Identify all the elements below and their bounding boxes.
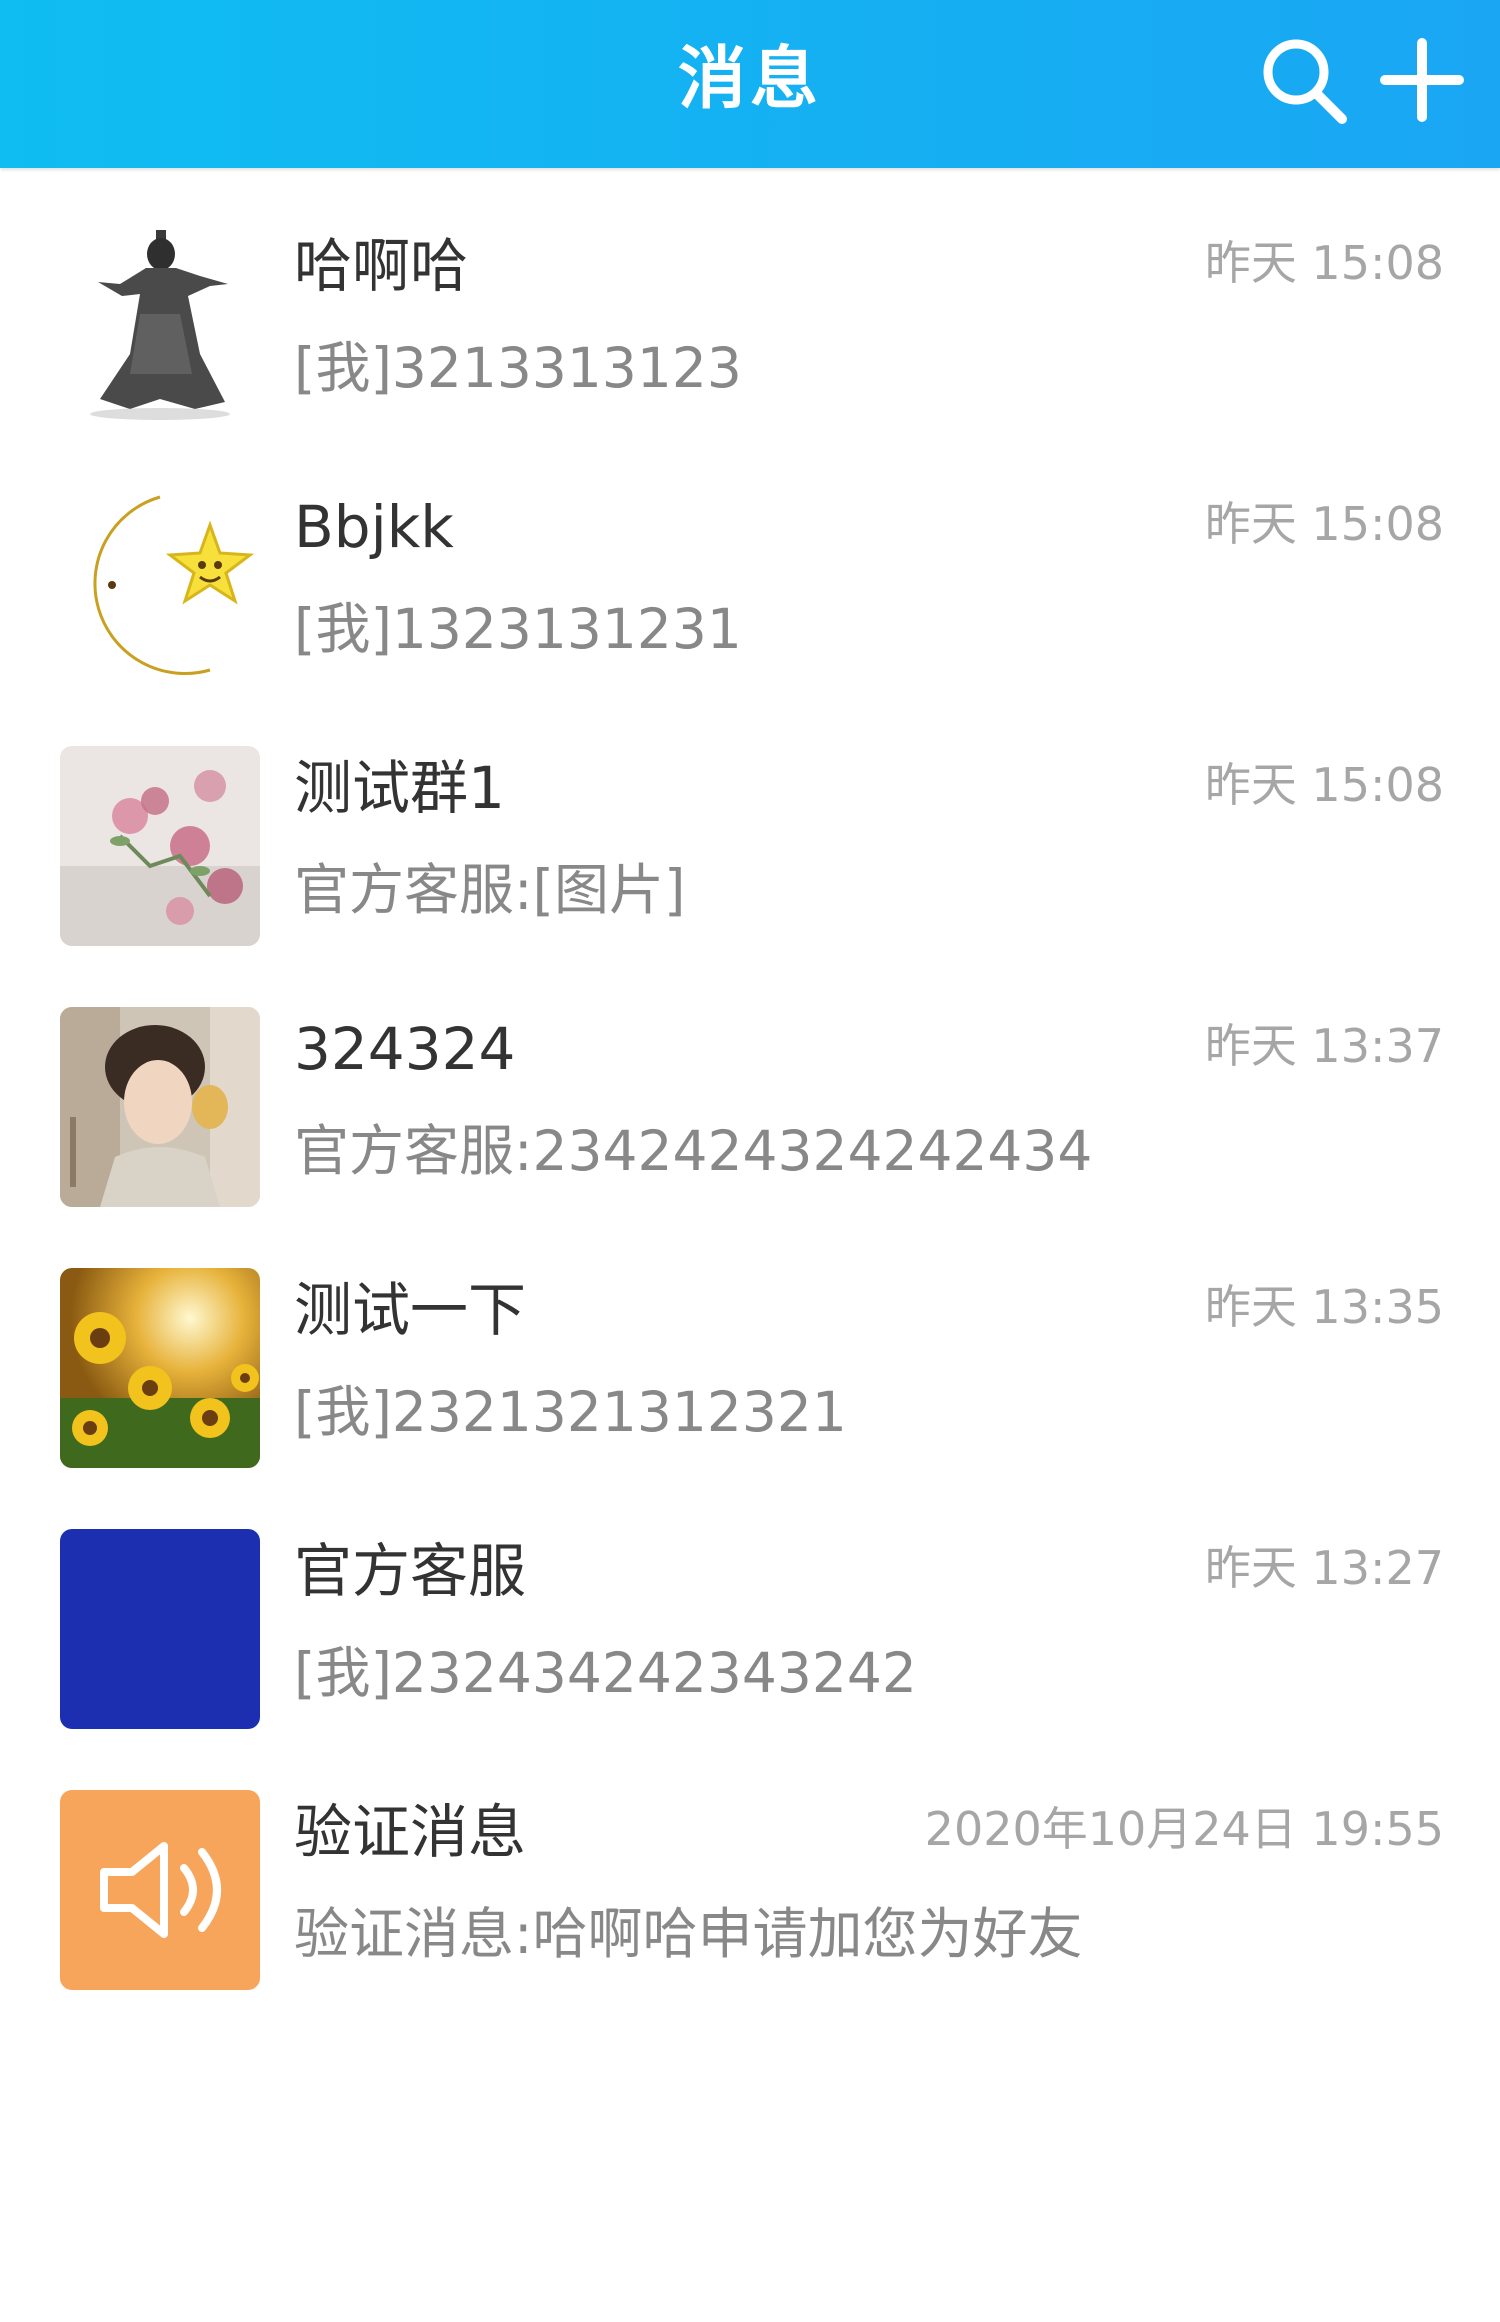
- conversation-preview: [我]2321321312321: [294, 1380, 847, 1444]
- search-button[interactable]: [1246, 22, 1362, 138]
- conversation-item[interactable]: 测试一下 昨天 13:35 [我]2321321312321: [0, 1212, 1500, 1473]
- conversation-preview: 官方客服:2342424324242434: [294, 1119, 1093, 1183]
- avatar: [60, 224, 260, 424]
- plus-icon: [1380, 38, 1464, 122]
- conversation-preview: [我]232434242343242: [294, 1641, 917, 1705]
- conversation-name: 哈啊哈: [294, 232, 469, 300]
- conversation-time: 昨天 13:27: [1204, 1541, 1444, 1595]
- conversation-item[interactable]: 验证消息 2020年10月24日 19:55 验证消息:哈啊哈申请加您为好友: [0, 1734, 1500, 1995]
- avatar: [60, 1268, 260, 1468]
- conversation-preview: [我]3213313123: [294, 336, 742, 400]
- conversation-item[interactable]: 官方客服 昨天 13:27 [我]232434242343242: [0, 1473, 1500, 1734]
- avatar: [60, 485, 260, 685]
- conversation-name: 测试一下: [294, 1276, 527, 1344]
- conversation-time: 昨天 15:08: [1204, 758, 1444, 812]
- conversation-time: 昨天 15:08: [1204, 497, 1444, 551]
- conversation-time: 2020年10月24日 19:55: [924, 1802, 1444, 1856]
- conversation-preview: 官方客服:[图片]: [294, 858, 686, 922]
- pink-flowers-avatar: [60, 746, 260, 946]
- conversation-name: 测试群1: [294, 754, 505, 822]
- moon-star-avatar: [60, 485, 260, 685]
- sunflowers-avatar: [60, 1268, 260, 1468]
- blue-square-avatar: [60, 1529, 260, 1729]
- avatar: [60, 1790, 260, 1990]
- search-icon: [1263, 39, 1347, 124]
- conversation-item[interactable]: 324324 昨天 13:37 官方客服:2342424324242434: [0, 951, 1500, 1212]
- conversation-name: 官方客服: [294, 1537, 527, 1605]
- conversation-name: Bbjkk: [294, 493, 454, 561]
- add-button[interactable]: [1364, 22, 1480, 138]
- conversation-preview: [我]1323131231: [294, 597, 742, 661]
- avatar: [60, 746, 260, 946]
- conversation-preview: 验证消息:哈啊哈申请加您为好友: [294, 1902, 1083, 1966]
- conversation-time: 昨天 13:37: [1204, 1019, 1444, 1073]
- avatar: [60, 1007, 260, 1207]
- conversation-time: 昨天 15:08: [1204, 236, 1444, 290]
- speaker-icon: [60, 1790, 260, 1990]
- conversation-item[interactable]: 哈啊哈 昨天 15:08 [我]3213313123: [0, 168, 1500, 429]
- person-photo-avatar: [60, 1007, 260, 1207]
- conversation-item[interactable]: Bbjkk 昨天 15:08 [我]1323131231: [0, 429, 1500, 690]
- conversation-time: 昨天 13:35: [1204, 1280, 1444, 1334]
- conversation-item[interactable]: 测试群1 昨天 15:08 官方客服:[图片]: [0, 690, 1500, 951]
- conversation-list: 哈啊哈 昨天 15:08 [我]3213313123 Bbjkk 昨天 15:0…: [0, 168, 1500, 1995]
- conversation-name: 验证消息: [294, 1798, 527, 1866]
- conversation-name: 324324: [294, 1015, 516, 1083]
- app-header: 消息: [0, 0, 1500, 168]
- avatar: [60, 1529, 260, 1729]
- ink-figure-avatar: [60, 224, 260, 424]
